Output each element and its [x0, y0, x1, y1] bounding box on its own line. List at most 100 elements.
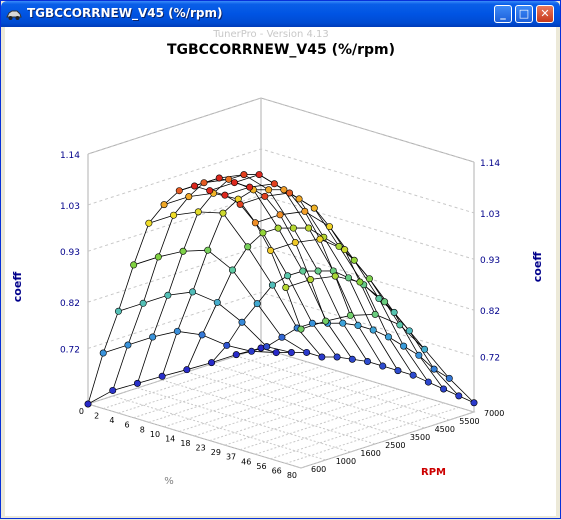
surface-point [259, 229, 267, 237]
surface-point [253, 300, 261, 308]
surface-mesh [84, 171, 478, 408]
surface-point [198, 331, 206, 339]
surface-point [219, 209, 227, 217]
surface-point [303, 348, 311, 356]
z-tick-label: 0.72 [480, 353, 500, 363]
wall-top-edge [87, 97, 475, 163]
surface-point [229, 266, 237, 274]
surface-line [112, 177, 327, 391]
surface-point [223, 341, 231, 349]
surface-point [325, 223, 333, 231]
x-axis-ticks: 0246810141823293746566680 [79, 407, 297, 480]
surface-point [400, 342, 408, 350]
surface-point [381, 298, 389, 306]
maximize-button[interactable]: □ [515, 5, 533, 23]
surface-point [363, 357, 371, 365]
surface-point [335, 242, 343, 250]
z-axis-label-left: coeff [11, 272, 24, 303]
surface-point [149, 333, 157, 341]
surface-point [280, 186, 288, 194]
surface-point [301, 207, 309, 215]
x-axis-label: % [164, 476, 174, 487]
floor-grid-line [270, 402, 444, 460]
surface-point [350, 256, 358, 264]
z-tick-label: 1.14 [60, 151, 80, 161]
surface-point [310, 204, 318, 212]
surface-point [208, 359, 216, 367]
surface-point [424, 378, 432, 386]
surface-point [255, 171, 263, 179]
surface-point [194, 208, 202, 216]
x-tick-label: 8 [140, 425, 145, 434]
surface-line [179, 178, 353, 360]
x-tick-label: 0 [79, 407, 84, 416]
surface-point [206, 187, 214, 195]
z-tick-label: 0.82 [60, 299, 80, 309]
z-tick-label: 0.93 [60, 248, 80, 258]
y-tick-label: 600 [311, 465, 326, 474]
minimize-button[interactable]: _ [494, 5, 512, 23]
surface-point [130, 261, 138, 269]
surface-point [200, 179, 208, 187]
surface-point [409, 371, 417, 379]
surface-point [297, 325, 305, 333]
surface-point [295, 195, 303, 203]
x-tick-label: 46 [241, 457, 251, 466]
surface-point [179, 247, 187, 255]
surface-point [276, 211, 284, 219]
surface-point [270, 180, 278, 188]
surface-point [430, 365, 438, 373]
surface-point [291, 239, 299, 247]
surface-point [246, 183, 254, 191]
z-grid-line [87, 148, 475, 214]
surface-point [445, 374, 453, 382]
minimize-icon: _ [500, 7, 506, 20]
chart-canvas[interactable]: TunerPro - Version 4.13 TGBCCORRNEW_V45 … [5, 27, 556, 516]
x-tick-label: 10 [150, 430, 160, 439]
surface-point [238, 318, 246, 326]
x-tick-label: 56 [256, 462, 266, 471]
title-bar[interactable]: TGBCCORRNEW_V45 (%/rpm) _ □ ✕ [1, 1, 560, 27]
surface-point [379, 362, 387, 370]
y-tick-label: 7000 [484, 409, 504, 418]
surface-chart[interactable]: TunerPro - Version 4.13 TGBCCORRNEW_V45 … [5, 27, 556, 516]
surface-point [365, 275, 373, 283]
surface-point [251, 219, 259, 227]
surface-point [346, 311, 354, 319]
surface-point [384, 333, 392, 341]
z-axis-label-right: coeff [531, 252, 544, 283]
y-tick-label: 2500 [385, 441, 405, 450]
surface-line [137, 174, 351, 384]
surface-point [124, 341, 132, 349]
x-tick-label: 6 [125, 421, 130, 430]
surface-point [470, 399, 478, 407]
surface-point [415, 351, 423, 359]
surface-point [287, 349, 295, 357]
surface-point [284, 272, 292, 280]
floor-grid-line [179, 374, 353, 432]
z-grid-line [87, 97, 475, 163]
surface-point [265, 186, 273, 194]
z-tick-label: 0.82 [480, 307, 500, 317]
surface-point [371, 310, 379, 318]
surface-point [299, 267, 307, 275]
surface-point [230, 179, 238, 187]
surface-point [278, 333, 286, 341]
surface-point [339, 319, 347, 327]
surface-point [369, 326, 377, 334]
z-tick-label: 0.72 [60, 345, 80, 355]
y-tick-label: 1000 [336, 457, 356, 466]
surface-line [255, 211, 429, 383]
surface-point [333, 353, 341, 361]
window-title: TGBCCORRNEW_V45 (%/rpm) [27, 6, 223, 20]
close-button[interactable]: ✕ [536, 5, 554, 23]
surface-point [356, 278, 364, 286]
surface-point [133, 379, 141, 387]
y-tick-label: 1600 [360, 449, 380, 458]
surface-point [189, 288, 197, 296]
surface-point [99, 349, 107, 357]
surface-point [232, 351, 240, 359]
surface-point [204, 246, 212, 254]
surface-point [354, 321, 362, 329]
surface-point [158, 372, 166, 380]
